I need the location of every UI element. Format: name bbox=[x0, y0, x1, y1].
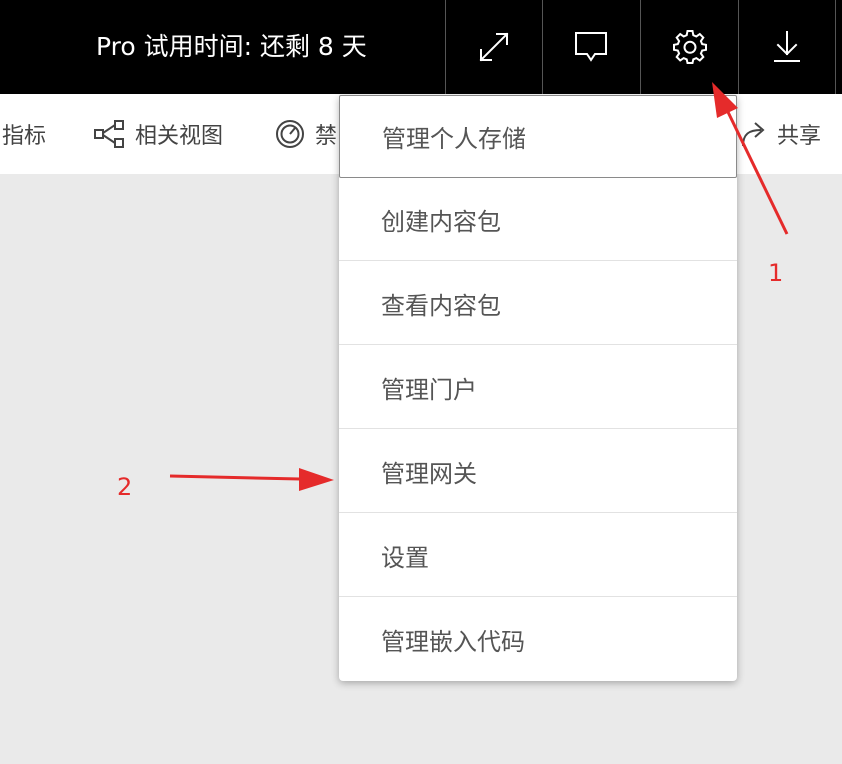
download-icon bbox=[774, 31, 800, 62]
menu-item-label: 管理嵌入代码 bbox=[381, 628, 525, 656]
menu-item-view-content-pack[interactable]: 查看内容包 bbox=[339, 262, 737, 345]
menu-item-label: 管理门户 bbox=[381, 375, 477, 404]
menu-item-manage-embed-codes[interactable]: 管理嵌入代码 bbox=[339, 598, 737, 681]
menu-item-label: 管理网关 bbox=[381, 459, 477, 488]
share-label: 共享 bbox=[777, 124, 822, 149]
settings-button[interactable] bbox=[641, 0, 738, 94]
menu-item-create-content-pack[interactable]: 创建内容包 bbox=[339, 178, 737, 261]
annotation-label-2: 2 bbox=[117, 473, 133, 501]
menu-item-manage-gateways[interactable]: 管理网关 bbox=[339, 430, 737, 513]
menu-item-manage-portal[interactable]: 管理门户 bbox=[339, 346, 737, 429]
metrics-button[interactable]: 指标 bbox=[2, 94, 46, 174]
menu-item-label: 查看内容包 bbox=[381, 291, 501, 320]
share-button[interactable]: 共享 bbox=[739, 94, 821, 174]
menu-item-label: 创建内容包 bbox=[381, 207, 501, 236]
gauge-icon bbox=[276, 120, 304, 148]
fullscreen-button[interactable] bbox=[446, 0, 542, 94]
top-bar: Pro 试用时间: 还剩 8 天 bbox=[0, 0, 842, 94]
dashboard-label: 禁 bbox=[315, 124, 338, 149]
metrics-label: 指标 bbox=[2, 124, 47, 149]
dashboard-button[interactable]: 禁 bbox=[275, 94, 337, 174]
comment-icon bbox=[575, 32, 607, 62]
arrow-2 bbox=[169, 468, 334, 491]
download-button[interactable] bbox=[739, 0, 835, 94]
gear-icon bbox=[672, 30, 707, 64]
related-view-icon bbox=[94, 120, 124, 148]
share-icon bbox=[742, 122, 765, 147]
annotation-label-1: 1 bbox=[768, 259, 784, 287]
fullscreen-icon bbox=[479, 32, 509, 62]
menu-item-label: 设置 bbox=[381, 543, 429, 572]
menu-item-settings[interactable]: 设置 bbox=[339, 514, 737, 597]
related-views-button[interactable]: 相关视图 bbox=[93, 94, 223, 174]
trial-status-text: Pro 试用时间: 还剩 8 天 bbox=[96, 32, 367, 61]
settings-dropdown-menu: 管理个人存储 创建内容包 查看内容包 管理门户 管理网关 设置 管理嵌入代码 bbox=[339, 95, 737, 681]
comment-button[interactable] bbox=[543, 0, 639, 94]
menu-item-manage-personal-storage[interactable]: 管理个人存储 bbox=[339, 95, 737, 178]
related-views-label: 相关视图 bbox=[135, 124, 224, 149]
menu-item-label: 管理个人存储 bbox=[382, 125, 526, 153]
toolbar-divider bbox=[835, 0, 836, 94]
